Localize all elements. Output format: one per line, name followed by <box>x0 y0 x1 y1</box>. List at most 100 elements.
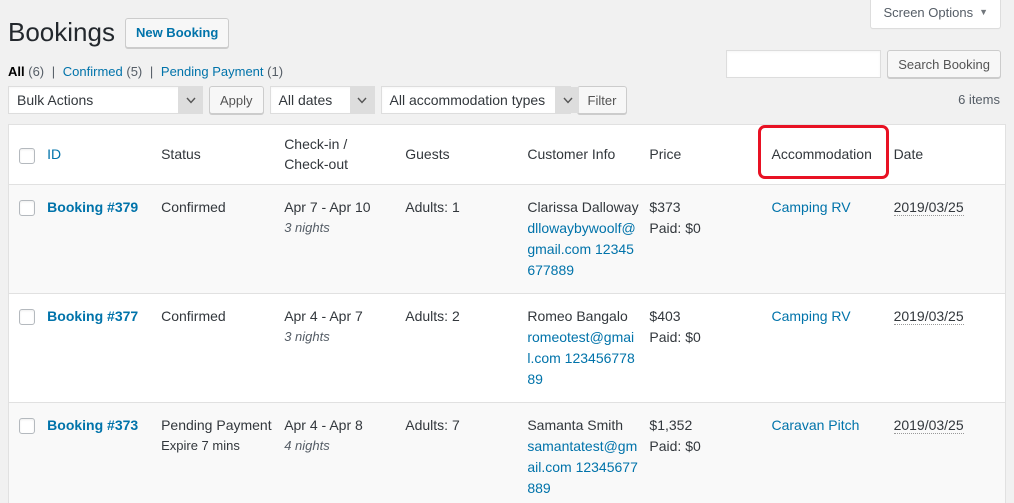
status-filter-pending-link[interactable]: Pending Payment <box>161 64 264 79</box>
screen-options-label: Screen Options <box>883 5 974 20</box>
price-total: $373 <box>649 199 681 216</box>
row-checkbox[interactable] <box>19 418 35 435</box>
dates-filter-select[interactable]: All dates <box>269 86 375 114</box>
status-filter-confirmed-link[interactable]: Confirmed <box>63 64 123 79</box>
column-header-customer-info: Customer Info <box>527 124 650 186</box>
filter-separator-1: | <box>51 64 56 79</box>
cell-guests: Adults: 7 <box>405 402 528 503</box>
accommodation-link[interactable]: Camping RV <box>771 308 850 324</box>
screen-options-button[interactable]: Screen Options ▼ <box>870 0 1001 29</box>
column-header-price: Price <box>649 124 772 186</box>
nights-count: 4 nights <box>284 438 330 454</box>
status-filter-all[interactable]: All (6) <box>8 64 48 79</box>
column-header-status: Status <box>161 124 285 186</box>
column-header-checkout-label: Check-out <box>284 155 348 172</box>
column-header-accommodation: Accommodation <box>771 124 894 186</box>
accommodation-link[interactable]: Caravan Pitch <box>771 417 859 433</box>
cell-date: 2019/03/25 <box>893 184 1006 295</box>
chevron-down-icon <box>555 87 580 113</box>
booking-date: 2019/03/25 <box>893 308 964 326</box>
status-text: Confirmed <box>161 199 226 216</box>
customer-name: Romeo Bangalo <box>527 308 628 325</box>
cell-id: Booking #379 <box>47 184 162 295</box>
table-row: Booking #377 Confirmed Apr 4 - Apr 7 3 n… <box>8 293 1006 404</box>
column-header-id-label: ID <box>47 145 62 162</box>
accommodation-link[interactable]: Camping RV <box>771 199 850 215</box>
chevron-down-icon <box>178 87 202 113</box>
cell-price: $1,352 Paid: $0 <box>649 402 772 503</box>
search-booking-button[interactable]: Search Booking <box>887 50 1001 78</box>
cell-status: Pending Payment Expire 7 mins <box>161 402 285 503</box>
page-title: Bookings <box>8 17 115 47</box>
items-count: 6 items <box>958 92 1000 107</box>
status-filter-pending[interactable]: Pending Payment (1) <box>161 64 283 79</box>
search-input[interactable] <box>726 50 882 78</box>
status-expiry: Expire 7 mins <box>161 438 240 454</box>
column-header-guests: Guests <box>405 124 528 186</box>
cell-accommodation: Camping RV <box>771 184 894 295</box>
booking-date: 2019/03/25 <box>893 417 964 435</box>
stay-dates: Apr 4 - Apr 8 <box>284 417 363 434</box>
select-all-checkbox[interactable] <box>19 147 35 164</box>
nights-count: 3 nights <box>284 329 330 345</box>
column-header-price-label: Price <box>649 145 682 162</box>
table-header-row: ID Status Check-in / Check-out Guests Cu… <box>8 124 1006 186</box>
cell-accommodation: Caravan Pitch <box>771 402 894 503</box>
status-filter-all-link[interactable]: All <box>8 64 25 79</box>
column-header-status-label: Status <box>161 145 201 162</box>
price-total: $403 <box>649 308 681 325</box>
apply-button[interactable]: Apply <box>209 86 264 114</box>
booking-date: 2019/03/25 <box>893 199 964 217</box>
cell-customer: Romeo Bangalo romeotest@gmail.com 123456… <box>527 293 650 404</box>
status-text: Pending Payment <box>161 417 272 434</box>
cell-guests: Adults: 2 <box>405 293 528 404</box>
accommodation-types-value: All accommodation types <box>389 92 546 108</box>
column-header-date-label: Date <box>893 145 924 162</box>
cell-id: Booking #373 <box>47 402 162 503</box>
booking-link[interactable]: Booking #373 <box>47 417 138 433</box>
row-checkbox-cell <box>8 293 48 404</box>
cell-price: $373 Paid: $0 <box>649 184 772 295</box>
cell-date: 2019/03/25 <box>893 293 1006 404</box>
bulk-actions-select[interactable]: Bulk Actions <box>8 86 203 114</box>
cell-status: Confirmed <box>161 293 285 404</box>
price-paid: Paid: $0 <box>649 438 701 455</box>
stay-dates: Apr 4 - Apr 7 <box>284 308 363 325</box>
column-header-customer-label: Customer Info <box>527 145 616 162</box>
column-header-guests-label: Guests <box>405 145 450 162</box>
select-all-header <box>8 124 48 186</box>
status-filter-confirmed[interactable]: Confirmed (5) <box>63 64 146 79</box>
status-filter-list: All (6) | Confirmed (5) | Pending Paymen… <box>8 63 283 81</box>
accommodation-types-select[interactable]: All accommodation types <box>380 86 580 114</box>
stay-dates: Apr 7 - Apr 10 <box>284 199 371 216</box>
cell-customer: Samanta Smith samantatest@gmail.com 1234… <box>527 402 650 503</box>
new-booking-button[interactable]: New Booking <box>124 17 230 49</box>
filter-separator-2: | <box>149 64 154 79</box>
column-header-accommodation-label: Accommodation <box>771 145 872 162</box>
cell-status: Confirmed <box>161 184 285 295</box>
cell-dates: Apr 7 - Apr 10 3 nights <box>284 184 406 295</box>
filter-button[interactable]: Filter <box>576 86 628 114</box>
column-header-id[interactable]: ID <box>47 124 162 186</box>
table-body: Booking #379 Confirmed Apr 7 - Apr 10 3 … <box>8 184 1006 503</box>
row-checkbox[interactable] <box>19 200 35 217</box>
table-toolbar: Bulk Actions Apply All dates All accommo… <box>8 86 628 114</box>
bulk-actions-value: Bulk Actions <box>17 92 94 108</box>
row-checkbox-cell <box>8 184 48 295</box>
cell-id: Booking #377 <box>47 293 162 404</box>
customer-name: Clarissa Dalloway <box>527 199 639 216</box>
chevron-down-icon <box>349 87 374 113</box>
row-checkbox[interactable] <box>19 309 35 326</box>
status-filter-all-count: (6) <box>28 64 45 79</box>
guests-text: Adults: 1 <box>405 199 460 216</box>
booking-link[interactable]: Booking #377 <box>47 308 138 324</box>
customer-name: Samanta Smith <box>527 417 624 434</box>
status-filter-confirmed-count: (5) <box>126 64 143 79</box>
chevron-down-icon: ▼ <box>979 7 988 18</box>
bookings-table: ID Status Check-in / Check-out Guests Cu… <box>8 124 1006 503</box>
booking-link[interactable]: Booking #379 <box>47 199 138 215</box>
table-row: Booking #379 Confirmed Apr 7 - Apr 10 3 … <box>8 184 1006 295</box>
dates-filter-value: All dates <box>278 92 333 108</box>
cell-customer: Clarissa Dalloway dllowaybywoolf@gmail.c… <box>527 184 650 295</box>
cell-dates: Apr 4 - Apr 7 3 nights <box>284 293 406 404</box>
